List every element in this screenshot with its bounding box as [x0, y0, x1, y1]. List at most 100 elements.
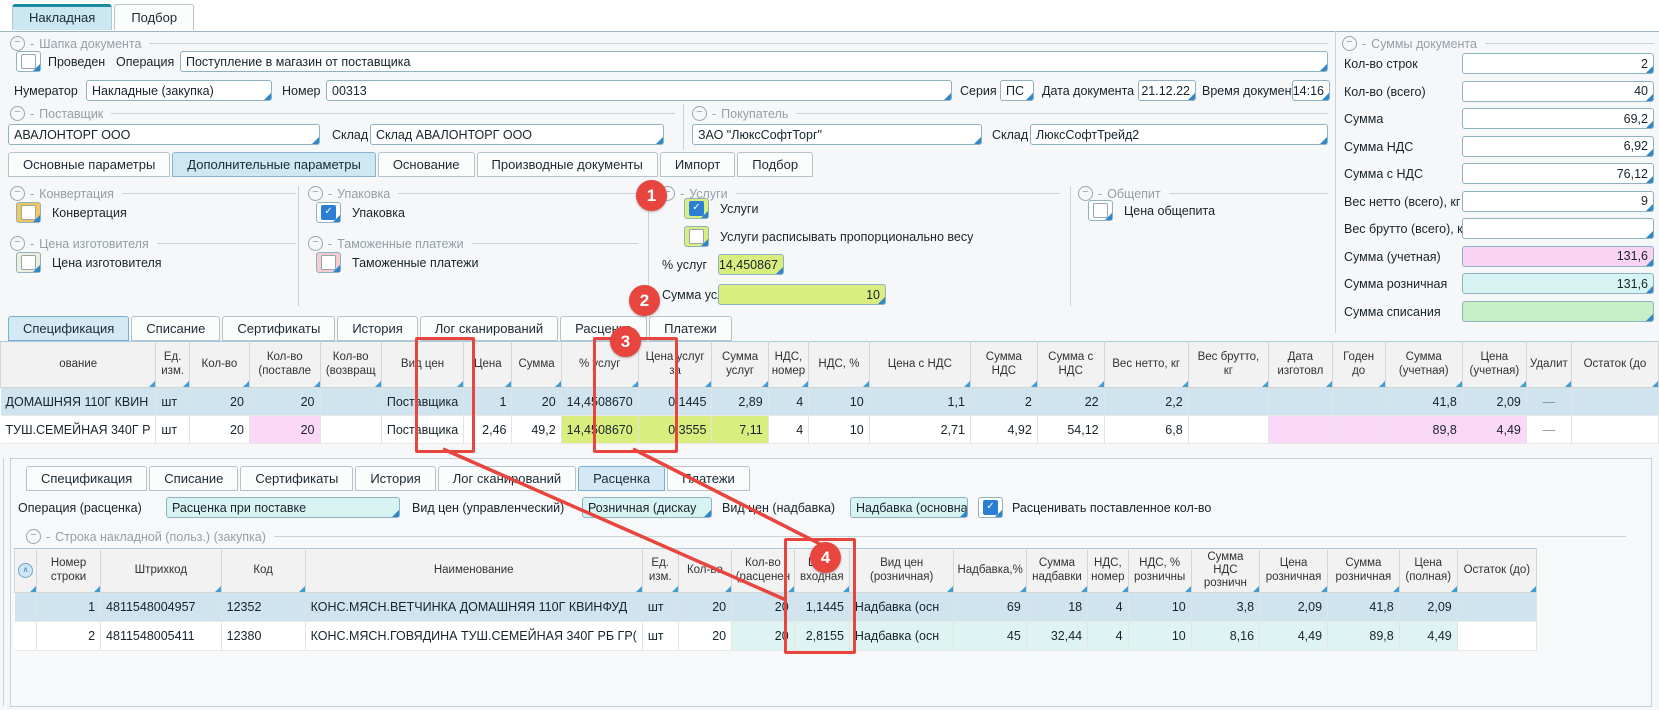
cell[interactable]: 41,8	[1328, 593, 1400, 622]
collapse-icon[interactable]	[10, 236, 25, 251]
cell[interactable]: 2,09	[1462, 388, 1526, 416]
spec2-tab-5[interactable]: Лог сканирований	[438, 466, 576, 491]
cell[interactable]: 2,2	[1104, 388, 1188, 416]
cell[interactable]: Поставщика	[381, 388, 463, 416]
totals-field[interactable]: 131,6	[1462, 273, 1654, 294]
cell[interactable]: шт	[156, 416, 190, 444]
column-header[interactable]: НДС, номер	[1088, 549, 1128, 593]
column-header[interactable]: Вес брутто, кг	[1188, 342, 1268, 388]
cell[interactable]: 2,8155	[794, 622, 849, 651]
cell[interactable]: 1	[37, 593, 101, 622]
cell[interactable]: 0,1445	[638, 388, 712, 416]
services-percent-field[interactable]: 14,450867	[718, 254, 784, 275]
column-header[interactable]: % услуг	[561, 342, 638, 388]
cell[interactable]	[1457, 593, 1536, 622]
column-header[interactable]: Цена входная	[794, 549, 849, 593]
pricing-mgmt-field[interactable]: Розничная (дискау	[582, 497, 712, 518]
cell[interactable]: 10	[809, 416, 870, 444]
column-header[interactable]: Сумма (учетная)	[1385, 342, 1462, 388]
window-tab-1[interactable]: Накладная	[12, 4, 112, 30]
column-header[interactable]: Кол-во (расценен	[732, 549, 795, 593]
supplier-warehouse-field[interactable]: Склад АВАЛОНТОРГ ООО	[370, 124, 664, 145]
totals-field[interactable]: 9	[1462, 191, 1654, 212]
totals-field[interactable]	[1462, 218, 1654, 239]
cell[interactable]	[1188, 416, 1268, 444]
collapse-icon[interactable]	[660, 186, 675, 201]
collapse-icon[interactable]	[308, 236, 323, 251]
spec2-tab-2[interactable]: Списание	[149, 466, 238, 491]
column-header[interactable]: Удалит	[1526, 342, 1571, 388]
collapse-icon[interactable]	[26, 529, 41, 544]
column-header[interactable]: НДС, номер	[768, 342, 808, 388]
table-row[interactable]: 2481154800541112380КОНС.МЯСН.ГОВЯДИНА ТУ…	[15, 622, 1537, 651]
column-header[interactable]: Цена (полная)	[1399, 549, 1457, 593]
cell[interactable]: 20	[678, 622, 732, 651]
catering-checkbox[interactable]	[1088, 200, 1113, 221]
cell[interactable]: 1,1445	[794, 593, 849, 622]
cell[interactable]: 7,11	[712, 416, 768, 444]
maker-price-checkbox[interactable]	[16, 252, 41, 273]
cell[interactable]: 1,1	[869, 388, 970, 416]
column-header[interactable]: Сумма	[512, 342, 561, 388]
column-header[interactable]: Годен до	[1332, 342, 1385, 388]
services-prop-checkbox[interactable]	[684, 226, 709, 247]
param-tab-4[interactable]: Производные документы	[477, 152, 658, 177]
totals-field[interactable]: 131,6	[1462, 246, 1654, 267]
proveden-checkbox[interactable]	[16, 51, 41, 72]
cell[interactable]: 12352	[221, 593, 305, 622]
cell[interactable]: 4	[768, 388, 808, 416]
cell[interactable]: Поставщика	[381, 416, 463, 444]
cell[interactable]: 4811548004957	[101, 593, 222, 622]
cell[interactable]: 18	[1026, 593, 1087, 622]
totals-field[interactable]: 40	[1462, 81, 1654, 102]
cell[interactable]: ДОМАШНЯЯ 110Г КВИН	[1, 388, 156, 416]
cell[interactable]: 22	[1037, 388, 1104, 416]
column-header[interactable]: Кол-во	[678, 549, 732, 593]
series-field[interactable]: ПС	[1000, 80, 1034, 101]
supplier-name-field[interactable]: АВАЛОНТОРГ ООО	[8, 124, 320, 145]
packaging-checkbox[interactable]	[316, 202, 341, 223]
services-checkbox[interactable]	[684, 198, 709, 219]
spec1-tab-6[interactable]: Расценка	[560, 316, 647, 341]
column-header[interactable]: Вид цен (розничная)	[849, 549, 954, 593]
pricing-operation-field[interactable]: Расценка при поставке	[166, 497, 400, 518]
cell[interactable]: 14,4508670	[561, 416, 638, 444]
column-header[interactable]: ∧	[15, 549, 37, 593]
totals-field[interactable]: 69,2	[1462, 108, 1654, 129]
cell[interactable]: 69	[954, 593, 1026, 622]
cell[interactable]: 4,49	[1462, 416, 1526, 444]
cell[interactable]: Надбавка (осн	[849, 622, 954, 651]
column-header[interactable]: Вес нетто, кг	[1104, 342, 1188, 388]
spec2-tab-7[interactable]: Платежи	[667, 466, 750, 491]
spec1-tab-1[interactable]: Спецификация	[8, 316, 129, 341]
services-sum-field[interactable]: 10	[718, 284, 886, 305]
cell[interactable]: 89,8	[1328, 622, 1400, 651]
column-header[interactable]: Номер строки	[37, 549, 101, 593]
cell[interactable]: 6,8	[1104, 416, 1188, 444]
cell[interactable]: 12380	[221, 622, 305, 651]
cell[interactable]: Надбавка (осн	[849, 593, 954, 622]
operation-field[interactable]: Поступление в магазин от поставщика	[180, 51, 1328, 72]
pricing-markup-field[interactable]: Надбавка (основна	[850, 497, 968, 518]
cell[interactable]: 89,8	[1385, 416, 1462, 444]
cell[interactable]: 4	[768, 416, 808, 444]
spec2-tab-6[interactable]: Расценка	[578, 466, 665, 491]
param-tab-6[interactable]: Подбор	[737, 152, 813, 177]
cell[interactable]: —	[1526, 416, 1571, 444]
column-header[interactable]: Сумма услуг	[712, 342, 768, 388]
cell[interactable]: 20	[249, 388, 320, 416]
column-header[interactable]: Сумма с НДС	[1037, 342, 1104, 388]
cell[interactable]: 2	[37, 622, 101, 651]
collapse-icon[interactable]	[10, 186, 25, 201]
column-header[interactable]: Ед. изм.	[642, 549, 678, 593]
cell[interactable]	[320, 388, 381, 416]
cell[interactable]: КОНС.МЯСН.ВЕТЧИНКА ДОМАШНЯЯ 110Г КВИНФУД	[305, 593, 642, 622]
cell[interactable]: 0,3555	[638, 416, 712, 444]
cell[interactable]: 32,44	[1026, 622, 1087, 651]
cell[interactable]: 20	[189, 416, 249, 444]
collapse-icon[interactable]	[1078, 186, 1093, 201]
column-header[interactable]: Цена розничная	[1260, 549, 1328, 593]
cell[interactable]: 20	[732, 593, 795, 622]
cell[interactable]: 2,46	[464, 416, 512, 444]
cell[interactable]: 3,8	[1191, 593, 1259, 622]
